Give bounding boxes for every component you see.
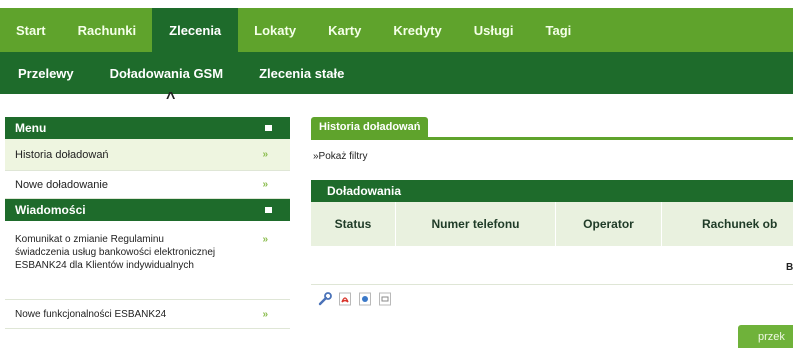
- column-header-phone-number[interactable]: Numer telefonu: [396, 202, 556, 246]
- sidebar-menu-header: Menu: [5, 117, 290, 139]
- subnav-przelewy[interactable]: Przelewy: [0, 66, 92, 81]
- column-header-operator[interactable]: Operator: [556, 202, 662, 246]
- subnav-doladowania-gsm[interactable]: Doładowania GSM: [92, 66, 241, 81]
- nav-start[interactable]: Start: [0, 8, 62, 52]
- table-title: Doładowania: [311, 180, 793, 202]
- table-header: Status Numer telefonu Operator Rachunek …: [311, 202, 793, 246]
- pdf-icon[interactable]: [338, 292, 352, 306]
- message-item[interactable]: Komunikat o zmianie Regulaminu świadczen…: [5, 227, 290, 300]
- collapse-icon[interactable]: [265, 125, 272, 131]
- nav-karty[interactable]: Karty: [312, 8, 377, 52]
- message-item[interactable]: Nowe funkcjonalności ESBANK24 »: [5, 301, 290, 329]
- tab-underline: [311, 137, 793, 140]
- sidebar-item-nowe-doladowanie[interactable]: Nowe doładowanie »: [5, 171, 290, 199]
- messages-header-label: Wiadomości: [15, 203, 86, 217]
- sidebar-messages-header: Wiadomości: [5, 199, 290, 221]
- csv-icon[interactable]: [358, 292, 372, 306]
- sidebar-item-label: Historia doładowań: [15, 148, 109, 161]
- tab-historia-doladowan[interactable]: Historia doładowań: [311, 117, 429, 137]
- nav-uslugi[interactable]: Usługi: [458, 8, 530, 52]
- nav-zlecenia[interactable]: Zlecenia: [152, 8, 239, 52]
- nav-lokaty[interactable]: Lokaty: [238, 8, 312, 52]
- wrench-icon[interactable]: [318, 292, 332, 306]
- print-icon[interactable]: [378, 292, 392, 306]
- nav-kredyty[interactable]: Kredyty: [377, 8, 457, 52]
- subnav-zlecenia-stale[interactable]: Zlecenia stałe: [241, 66, 362, 81]
- message-text: Komunikat o zmianie Regulaminu świadczen…: [15, 234, 216, 271]
- sub-navigation: Przelewy Doładowania GSM Zlecenia stałe: [0, 52, 793, 94]
- show-filters-link[interactable]: »Pokaż filtry: [313, 151, 367, 162]
- chevron-right-icon: »: [262, 179, 268, 190]
- column-header-account[interactable]: Rachunek ob: [662, 202, 793, 246]
- active-subnav-pointer-icon: ^: [166, 90, 176, 107]
- table-divider: [311, 284, 793, 285]
- nav-rachunki[interactable]: Rachunki: [62, 8, 153, 52]
- nav-tagi[interactable]: Tagi: [529, 8, 587, 52]
- next-button[interactable]: przek: [738, 325, 793, 348]
- sidebar-item-historia-doladowan[interactable]: Historia doładowań »: [5, 139, 290, 171]
- message-text: Nowe funkcjonalności ESBANK24: [15, 309, 167, 320]
- menu-header-label: Menu: [15, 121, 47, 135]
- export-toolbar: [318, 292, 392, 306]
- chevron-right-icon: »: [262, 309, 268, 320]
- table-cell-text: B: [786, 262, 793, 273]
- sidebar-item-label: Nowe doładowanie: [15, 178, 108, 191]
- chevron-right-icon: »: [262, 149, 268, 160]
- collapse-icon[interactable]: [265, 207, 272, 213]
- column-header-status[interactable]: Status: [311, 202, 396, 246]
- chevron-right-icon: »: [262, 234, 268, 245]
- top-navigation: Start Rachunki Zlecenia Lokaty Karty Kre…: [0, 8, 793, 52]
